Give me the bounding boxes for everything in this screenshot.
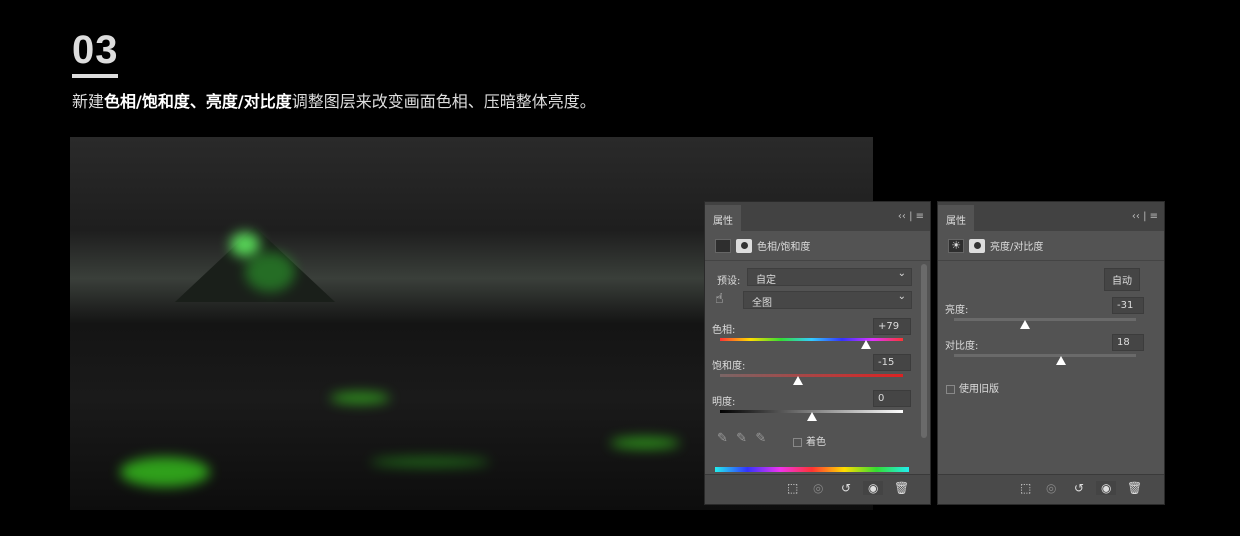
hue-saturation-panel: 属性 ‹‹ | ≡ 色相/饱和度 预设: 自定 ☝ 全图 色相: +79 饱和度:…: [704, 201, 931, 505]
clip-to-layer-icon[interactable]: ⬚: [787, 481, 798, 495]
lightness-input[interactable]: 0: [873, 390, 911, 407]
saturation-slider-thumb[interactable]: [792, 376, 803, 385]
lightness-label: 明度:: [712, 397, 736, 408]
step-underline: [72, 74, 118, 78]
hue-input[interactable]: +79: [873, 318, 911, 335]
use-legacy-label: 使用旧版: [959, 384, 999, 395]
colorize-checkbox[interactable]: 着色: [793, 433, 826, 448]
brightness-input[interactable]: -31: [1112, 297, 1144, 314]
color-range-bar: [715, 467, 909, 472]
eyedropper-icons[interactable]: ✎ ✎ ✎: [717, 431, 766, 446]
properties-tab[interactable]: 属性: [938, 205, 974, 231]
adjustment-title: 色相/饱和度: [757, 242, 811, 253]
view-previous-icon[interactable]: ◎: [813, 481, 823, 495]
step-number: 03: [72, 28, 119, 72]
collapse-menu-icon[interactable]: ‹‹ | ≡: [1132, 211, 1158, 222]
caption: 新建色相/饱和度、亮度/对比度调整图层来改变画面色相、压暗整体亮度。: [72, 88, 596, 112]
preset-select[interactable]: 自定: [747, 268, 912, 286]
caption-pre: 新建: [72, 92, 105, 111]
targeted-adjustment-hand-icon[interactable]: ☝: [715, 291, 724, 307]
brightness-slider-thumb[interactable]: [1019, 320, 1030, 329]
view-previous-icon[interactable]: ◎: [1046, 481, 1056, 495]
auto-button[interactable]: 自动: [1104, 268, 1140, 291]
saturation-input[interactable]: -15: [873, 354, 911, 371]
brightness-slider[interactable]: [954, 318, 1136, 321]
hue-saturation-icon[interactable]: [715, 238, 731, 253]
caption-bold: 色相/饱和度、亮度/对比度: [104, 92, 292, 111]
preset-label: 预设:: [717, 276, 741, 287]
brightness-sun-icon[interactable]: ☀: [948, 238, 964, 253]
range-select[interactable]: 全图: [743, 291, 912, 309]
hue-slider[interactable]: [720, 338, 903, 341]
adjustment-title: 亮度/对比度: [990, 242, 1044, 253]
hue-label: 色相:: [712, 325, 736, 336]
lightness-slider-thumb[interactable]: [806, 412, 817, 421]
clip-to-layer-icon[interactable]: ⬚: [1020, 481, 1031, 495]
reset-icon[interactable]: ↺: [841, 481, 851, 495]
colorize-label: 着色: [806, 437, 826, 448]
collapse-menu-icon[interactable]: ‹‹ | ≡: [898, 211, 924, 222]
hue-slider-thumb[interactable]: [861, 340, 872, 349]
visibility-eye-icon[interactable]: ◉: [1096, 481, 1117, 495]
saturation-slider[interactable]: [720, 374, 903, 377]
use-legacy-checkbox[interactable]: 使用旧版: [946, 380, 999, 395]
contrast-slider[interactable]: [954, 354, 1136, 357]
contrast-label: 对比度:: [945, 341, 979, 352]
delete-trash-icon[interactable]: 🗑: [894, 481, 909, 495]
visibility-eye-icon[interactable]: ◉: [863, 481, 884, 495]
scrollbar[interactable]: [921, 264, 927, 438]
reset-icon[interactable]: ↺: [1074, 481, 1084, 495]
properties-tab[interactable]: 属性: [705, 205, 741, 231]
mask-icon[interactable]: [736, 238, 752, 253]
contrast-input[interactable]: 18: [1112, 334, 1144, 351]
brightness-label: 亮度:: [945, 305, 969, 316]
delete-trash-icon[interactable]: 🗑: [1127, 481, 1142, 495]
contrast-slider-thumb[interactable]: [1056, 356, 1067, 365]
mask-icon[interactable]: [969, 238, 985, 253]
brightness-contrast-panel: 属性 ‹‹ | ≡ ☀ 亮度/对比度 自动 亮度: -31 对比度: 18 使用旧版…: [937, 201, 1165, 505]
caption-post: 调整图层来改变画面色相、压暗整体亮度。: [291, 92, 596, 111]
saturation-label: 饱和度:: [712, 361, 746, 372]
